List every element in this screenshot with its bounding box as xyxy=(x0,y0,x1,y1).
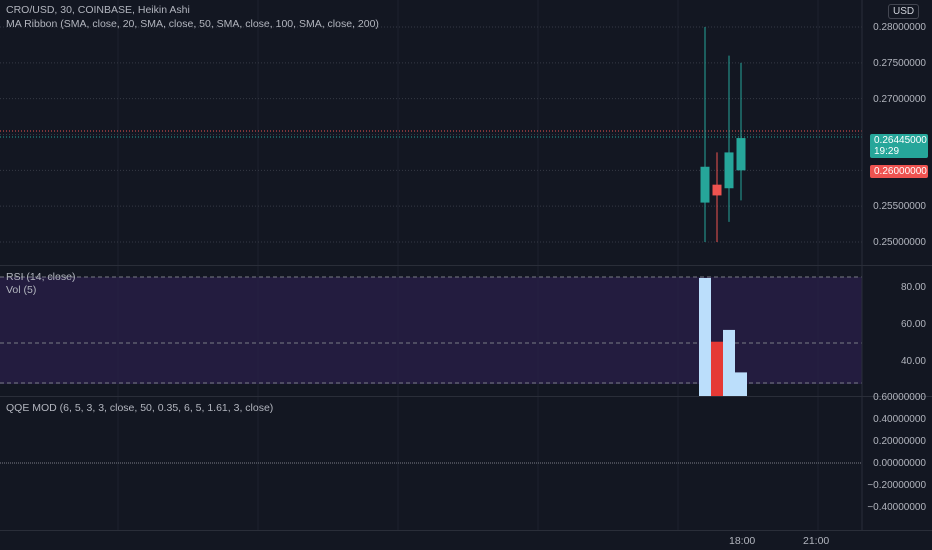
rsi-chart-svg[interactable] xyxy=(0,266,932,396)
last-price-value: 0.26445000 xyxy=(874,135,927,146)
rsi-tick: 80.00 xyxy=(900,282,926,293)
rsi-tick: 40.00 xyxy=(900,356,926,367)
candle-body xyxy=(736,138,746,171)
qqe-tick: 0.40000000 xyxy=(873,414,926,425)
price-tick: 0.27000000 xyxy=(873,94,926,105)
rsi-legend[interactable]: RSI (14, close) xyxy=(6,271,75,283)
last-price-tag: 0.26445000 19:29 xyxy=(870,134,928,158)
candle-body xyxy=(700,166,710,203)
time-tick: 18:00 xyxy=(729,535,756,547)
volume-bar xyxy=(711,341,723,396)
currency-badge[interactable]: USD xyxy=(888,4,920,19)
candle-body xyxy=(712,184,722,196)
time-tick: 21:00 xyxy=(803,535,830,547)
volume-bar xyxy=(723,329,735,396)
qqe-legend[interactable]: QQE MOD (6, 5, 3, 3, close, 50, 0.35, 6,… xyxy=(6,402,273,414)
qqe-tick: 0.00000000 xyxy=(873,458,926,469)
time-axis[interactable]: 18:00 21:00 xyxy=(0,531,932,550)
rsi-tick: 60.00 xyxy=(900,319,926,330)
candle-body xyxy=(724,152,734,189)
qqe-tick: 0.60000000 xyxy=(873,392,926,403)
volume-bar xyxy=(699,278,711,396)
ma-ribbon-legend[interactable]: MA Ribbon (SMA, close, 20, SMA, close, 5… xyxy=(6,18,379,30)
qqe-pane[interactable]: QQE MOD (6, 5, 3, 3, close, 50, 0.35, 6,… xyxy=(0,392,932,530)
qqe-tick: 0.20000000 xyxy=(873,436,926,447)
qqe-chart-svg[interactable] xyxy=(0,397,932,530)
qqe-tick: −0.40000000 xyxy=(867,502,926,513)
bar-countdown: 19:29 xyxy=(874,146,900,157)
price-chart-svg[interactable] xyxy=(0,0,932,265)
price-tick: 0.25000000 xyxy=(873,237,926,248)
red-price-tag: 0.26000000 xyxy=(870,165,928,178)
vol-legend[interactable]: Vol (5) xyxy=(6,284,36,296)
volume-bar xyxy=(735,372,747,396)
price-tick: 0.25500000 xyxy=(873,201,926,212)
price-pane[interactable]: CRO/USD, 30, COINBASE, Heikin Ashi MA Ri… xyxy=(0,0,932,265)
qqe-tick: −0.20000000 xyxy=(867,480,926,491)
symbol-title: CRO/USD, 30, COINBASE, Heikin Ashi xyxy=(6,4,190,16)
rsi-pane[interactable]: RSI (14, close) Vol (5) 80.00 60.00 40.0… xyxy=(0,266,932,396)
price-tick: 0.27500000 xyxy=(873,58,926,69)
price-tick: 0.28000000 xyxy=(873,22,926,33)
